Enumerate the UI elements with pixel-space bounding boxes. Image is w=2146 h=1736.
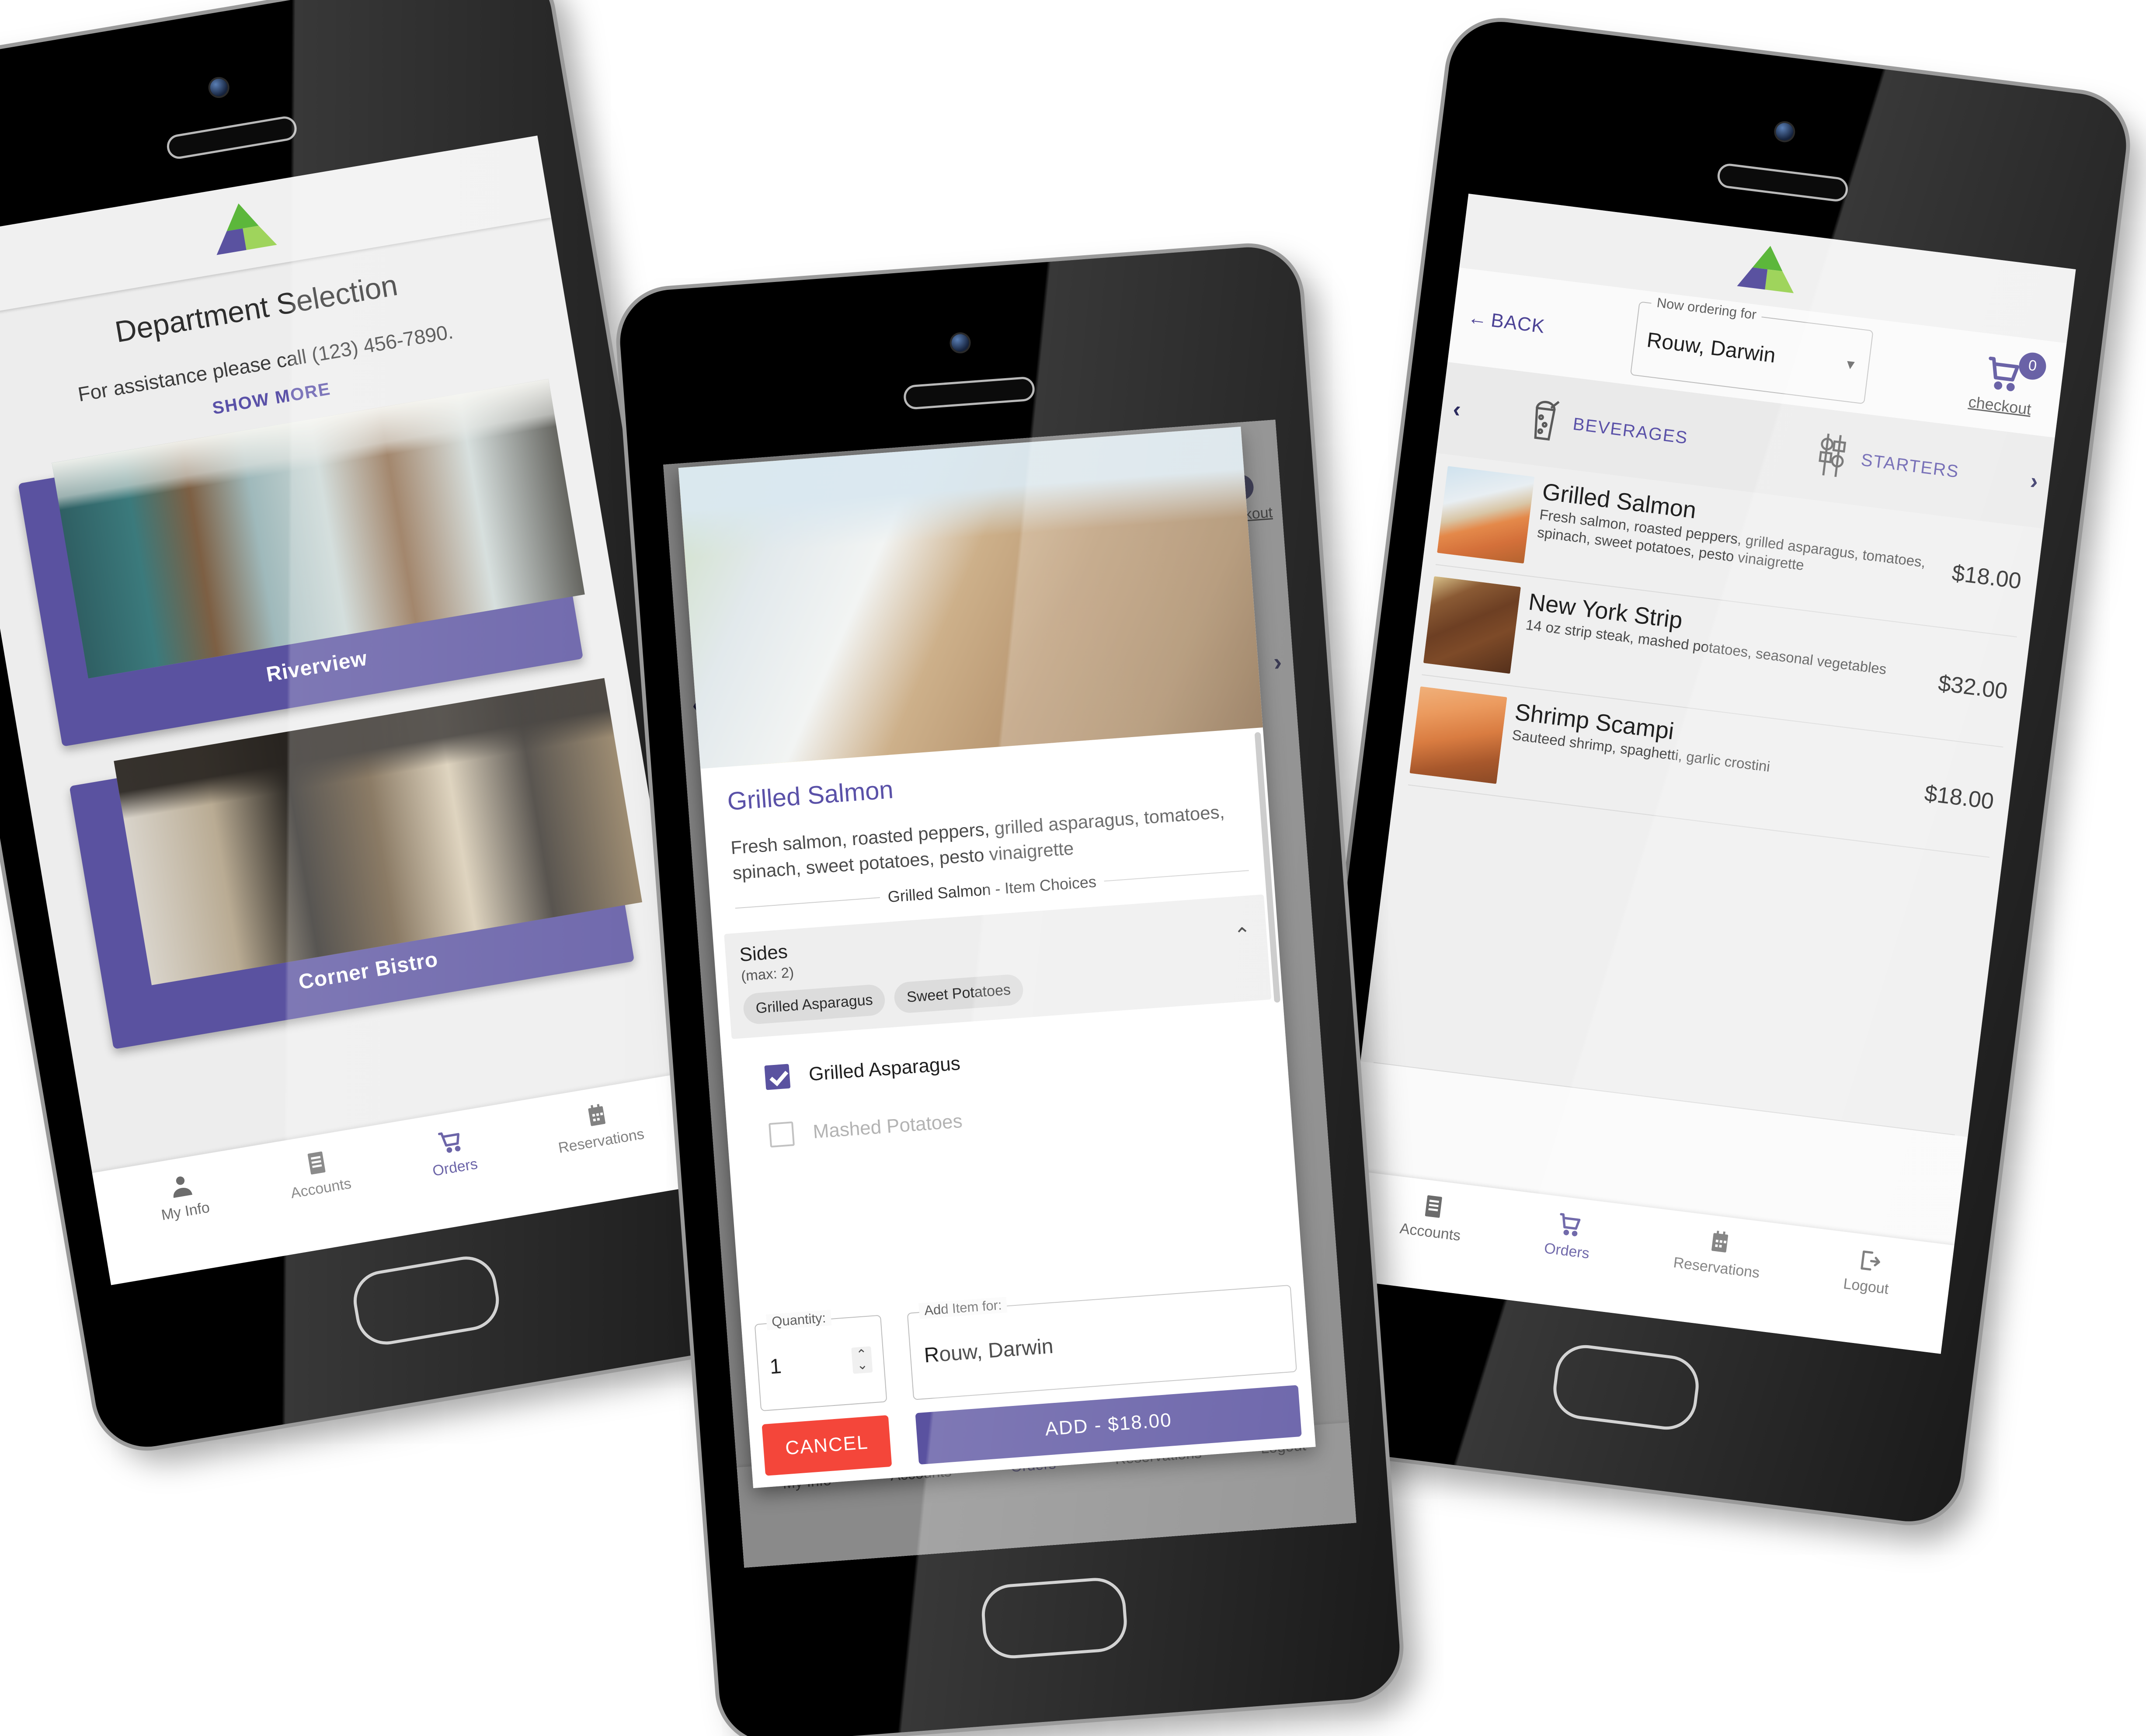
cart-icon [435,1126,466,1159]
stepper-arrows[interactable]: ⌃ ⌄ [851,1346,873,1374]
tab-accounts[interactable]: Accounts [1399,1190,1465,1244]
app-screen-left: Department Selection For assistance plea… [0,136,715,1285]
menu-item-list: Grilled Salmon Fresh salmon, roasted pep… [1360,453,2044,1137]
earpiece-speaker [1716,162,1850,203]
category-tab-starters[interactable]: STARTERS [1748,421,2023,505]
chip-grilled-asparagus[interactable]: Grilled Asparagus [742,983,886,1025]
add-item-for-field[interactable]: Add Item for: Rouw, Darwin [907,1284,1297,1400]
checkbox-mashed-potatoes [769,1121,795,1148]
choice-option-label: Grilled Asparagus [808,1052,961,1085]
screenshot-stage: Department Selection For assistance plea… [0,0,2146,1736]
home-button[interactable] [349,1252,504,1350]
receipt-icon [302,1148,332,1180]
menu-item-price: $32.00 [1937,670,2009,704]
triangle-logo-icon [206,196,279,259]
quantity-stepper[interactable]: Quantity: 1 ⌃ ⌄ [754,1309,887,1412]
tab-logout[interactable]: Logout [1842,1245,1893,1298]
category-label: BEVERAGES [1572,414,1689,448]
item-choices-label: Grilled Salmon - Item Choices [887,872,1097,906]
back-label: BACK [1489,309,1546,337]
tab-orders[interactable]: Orders [1543,1208,1594,1263]
triangle-logo-icon [1734,240,1801,296]
item-hero-image [678,426,1263,769]
menu-item-price: $18.00 [1923,780,1996,814]
tab-label: Logout [1842,1275,1890,1298]
calendar-icon [1705,1228,1734,1259]
checkout-button[interactable]: 0 checkout [1955,348,2050,420]
add-item-for-value: Rouw, Darwin [923,1334,1054,1367]
caret-down-icon[interactable]: ▼ [1843,357,1858,373]
menu-item-thumbnail [1423,576,1521,674]
tab-reservations[interactable]: Reservations [552,1096,646,1157]
department-card-corner-bistro[interactable]: Corner Bistro [69,678,643,1050]
earpiece-speaker [903,376,1036,411]
ordering-for-value: Rouw, Darwin [1645,328,1777,367]
category-label: STARTERS [1860,450,1961,481]
menu-item-price: $18.00 [1950,560,2023,594]
department-card-riverview[interactable]: Riverview [18,379,585,747]
bottom-tab-bar-left: My Info Accounts Orders Reservations [92,1071,715,1285]
quantity-legend: Quantity: [766,1309,832,1330]
cancel-button[interactable]: CANCEL [762,1415,892,1476]
phone-device-right: ← BACK Now ordering for Rouw, Darwin ▼ 0… [1277,16,2132,1527]
tab-reservations[interactable]: Reservations [1673,1224,1764,1282]
add-item-for-legend: Add Item for: [918,1297,1008,1319]
checkbox-grilled-asparagus[interactable] [764,1064,791,1090]
tab-orders[interactable]: Orders [426,1124,479,1180]
app-screen-center: 0 checkout ← ‹ › My Info Accounts Orders… [663,419,1356,1568]
tab-label: Reservations [1672,1254,1761,1282]
front-camera-icon [951,333,970,352]
app-screen-right: ← BACK Now ordering for Rouw, Darwin ▼ 0… [1333,194,2076,1354]
front-camera-icon [209,77,229,98]
front-camera-icon [1774,122,1795,142]
phone-device-center: 0 checkout ← ‹ › My Info Accounts Orders… [616,244,1403,1736]
chevron-up-icon[interactable]: ⌃ [1233,922,1252,947]
bottom-tab-bar-right: Accounts Orders Reservations Logout [1333,1169,1955,1354]
item-detail-dialog: Grilled Salmon Fresh salmon, roasted pep… [678,426,1316,1489]
category-tab-beverages[interactable]: BEVERAGES [1468,386,1743,470]
choice-option-label: Mashed Potatoes [812,1110,963,1143]
menu-item-thumbnail [1437,466,1535,564]
drink-glass-icon [1520,392,1569,448]
menu-item-thumbnail [1409,686,1507,784]
tab-label: Accounts [289,1175,353,1202]
tab-label: My Info [160,1199,211,1224]
stepper-down-icon[interactable]: ⌄ [856,1357,868,1373]
back-button[interactable]: ← BACK [1467,306,1546,337]
tab-label: Accounts [1398,1220,1462,1244]
calendar-icon [582,1101,612,1132]
cart-icon [1555,1209,1585,1242]
person-icon [167,1171,196,1203]
tab-label: Orders [431,1155,479,1179]
logout-icon [1855,1247,1883,1277]
skewers-icon [1809,428,1857,484]
earpiece-speaker [165,115,299,161]
arrow-left-icon: ← [1467,306,1489,331]
tab-label: Orders [1543,1240,1590,1262]
home-button[interactable] [1550,1341,1702,1433]
carousel-next-button[interactable]: › [2029,468,2040,495]
quantity-value: 1 [769,1354,783,1378]
tab-accounts[interactable]: Accounts [285,1145,353,1202]
chip-sweet-potatoes[interactable]: Sweet Potatoes [893,973,1024,1014]
receipt-icon [1419,1192,1447,1223]
home-button[interactable] [979,1576,1129,1661]
ordering-for-select[interactable]: Now ordering for Rouw, Darwin ▼ [1630,294,1874,404]
carousel-prev-button[interactable]: ‹ [1451,396,1462,423]
tab-label: Reservations [557,1125,646,1157]
tab-my-info[interactable]: My Info [155,1169,211,1224]
